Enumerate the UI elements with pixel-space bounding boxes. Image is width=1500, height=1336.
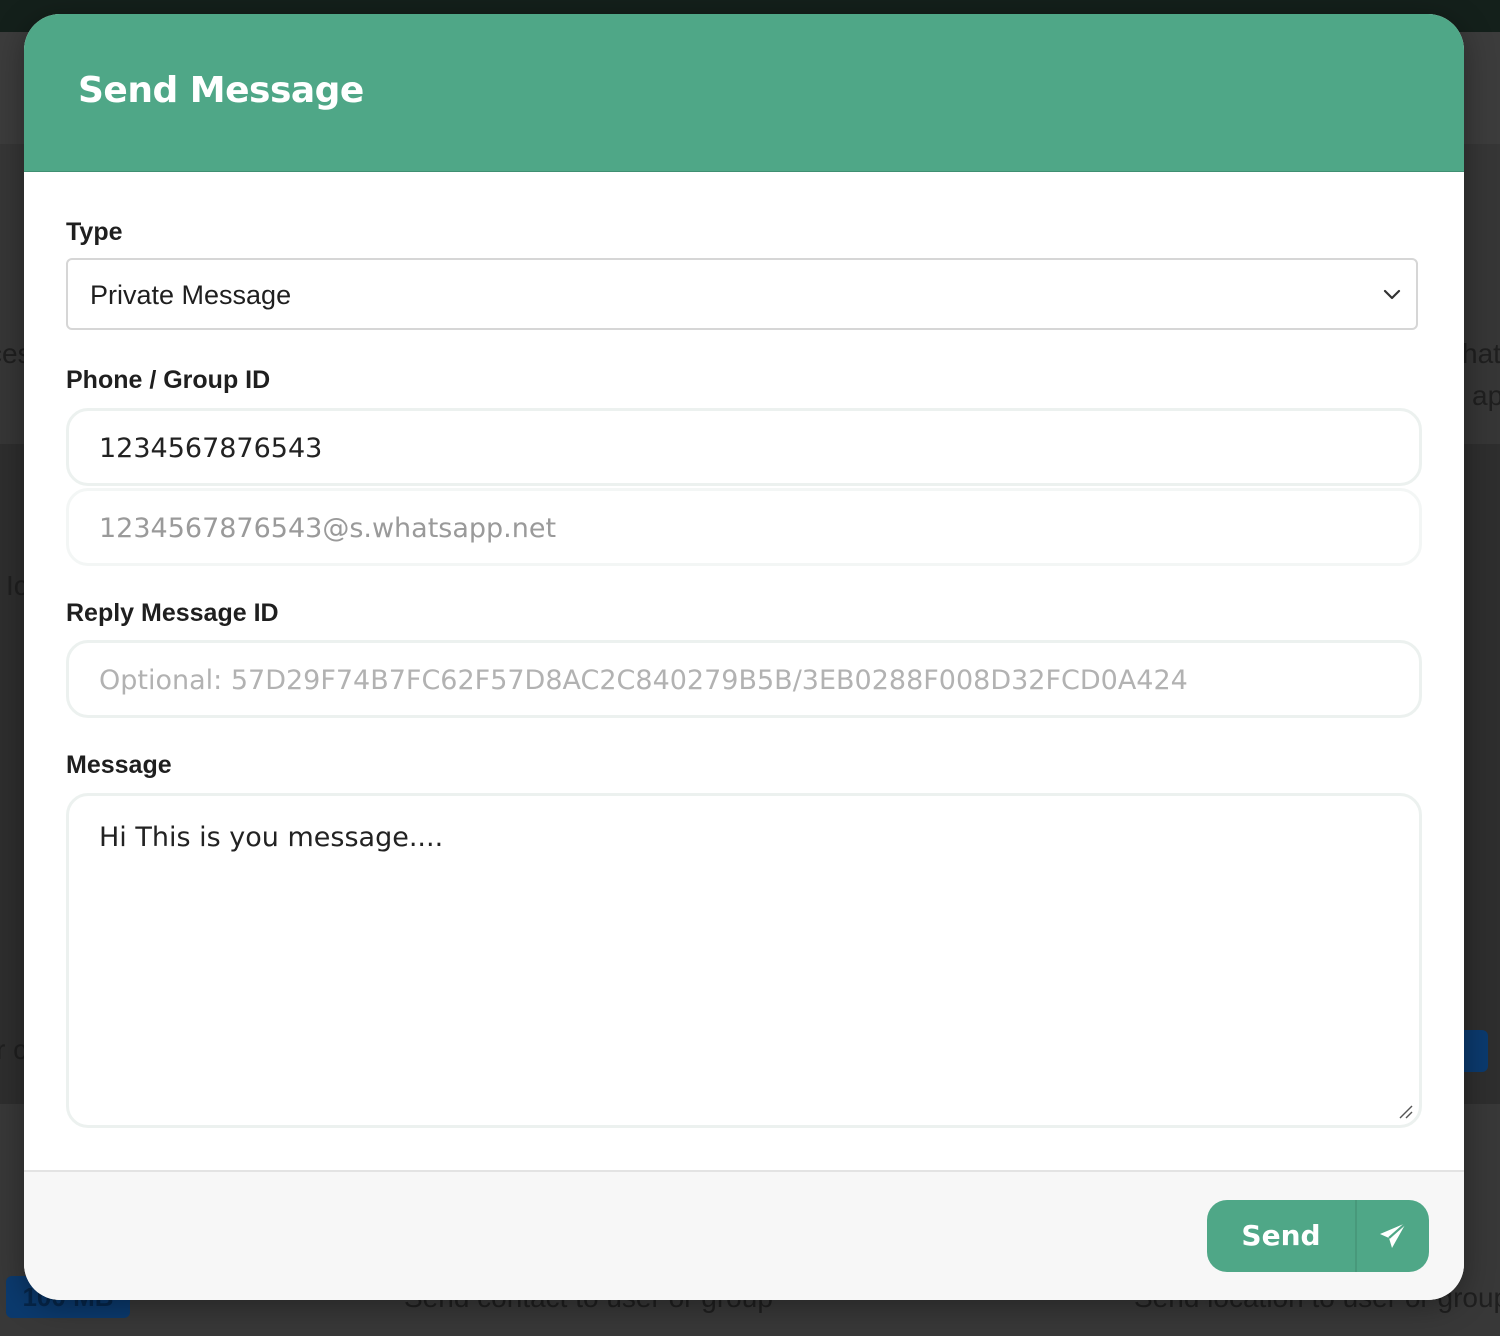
phone-input[interactable]: 1234567876543 bbox=[66, 408, 1422, 486]
send-button-label: Send bbox=[1241, 1219, 1321, 1252]
type-select-value: Private Message bbox=[90, 280, 292, 310]
resize-handle-icon[interactable] bbox=[1397, 1103, 1413, 1119]
reply-label: Reply Message ID bbox=[66, 599, 279, 627]
type-label: Type bbox=[66, 218, 123, 246]
paper-plane-icon bbox=[1380, 1222, 1407, 1248]
modal-title: Send Message bbox=[78, 70, 364, 111]
phone-resolved-field: 1234567876543@s.whatsapp.net bbox=[66, 488, 1422, 566]
send-message-modal: Send Message Type Private Message Phone … bbox=[24, 14, 1464, 1300]
chevron-down-icon bbox=[1383, 289, 1401, 300]
message-textarea-value: Hi This is you message.... bbox=[99, 822, 444, 853]
phone-label: Phone / Group ID bbox=[66, 366, 271, 394]
type-select[interactable]: Private Message bbox=[66, 258, 1418, 330]
modal-footer: Send bbox=[24, 1170, 1464, 1300]
background-text: hat bbox=[1462, 338, 1500, 369]
message-textarea[interactable]: Hi This is you message.... bbox=[66, 793, 1422, 1128]
phone-resolved-value: 1234567876543@s.whatsapp.net bbox=[99, 513, 557, 544]
phone-input-value: 1234567876543 bbox=[99, 433, 323, 464]
reply-message-placeholder: Optional: 57D29F74B7FC62F57D8AC2C840279B… bbox=[99, 665, 1188, 696]
send-icon-container bbox=[1357, 1200, 1429, 1272]
send-button[interactable]: Send bbox=[1207, 1200, 1429, 1272]
message-label: Message bbox=[66, 751, 172, 779]
modal-header: Send Message bbox=[24, 14, 1464, 172]
background-button bbox=[1462, 1030, 1488, 1072]
reply-message-input[interactable]: Optional: 57D29F74B7FC62F57D8AC2C840279B… bbox=[66, 640, 1422, 718]
background-text: ap bbox=[1472, 380, 1500, 411]
modal-body: Type Private Message Phone / Group ID 12… bbox=[24, 172, 1464, 1170]
